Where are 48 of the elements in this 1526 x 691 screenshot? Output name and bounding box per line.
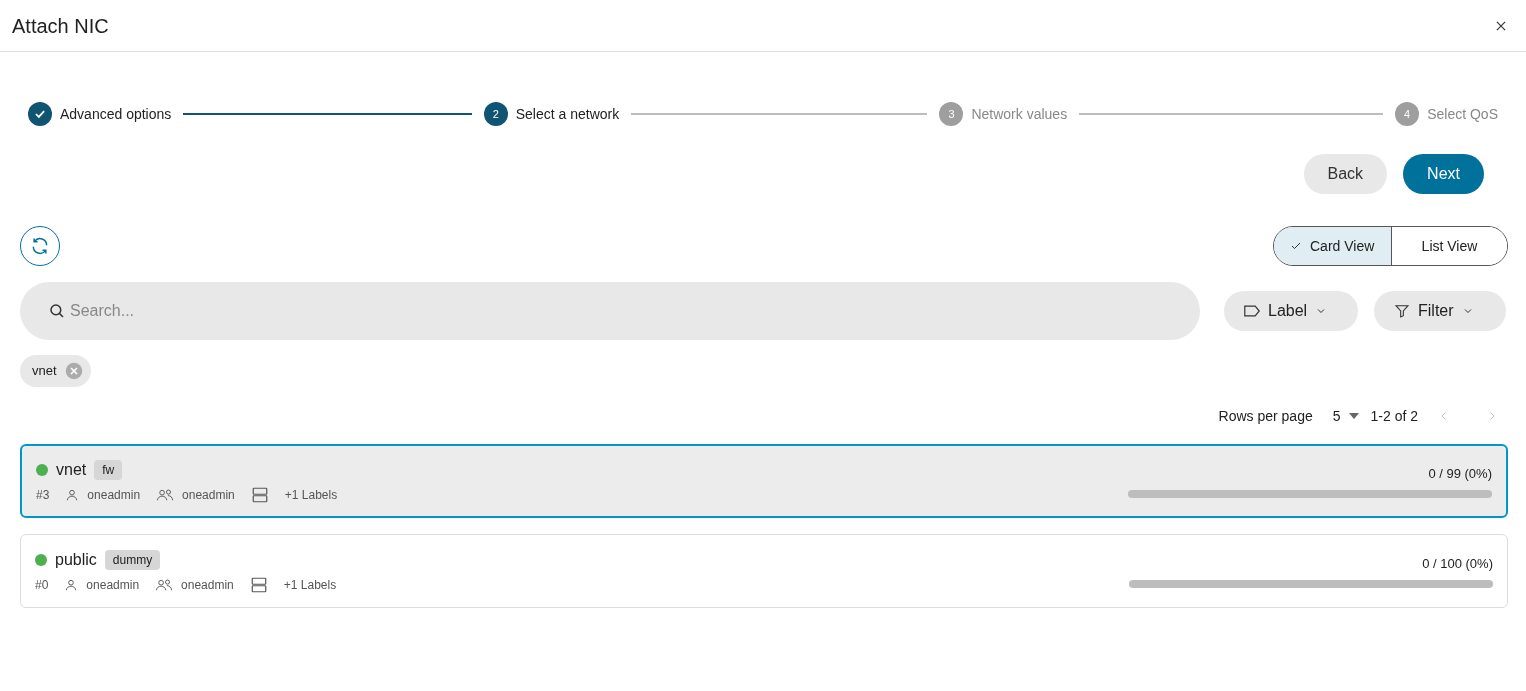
check-icon xyxy=(1290,240,1302,252)
network-name: public xyxy=(55,550,97,570)
step-label: Select a network xyxy=(515,104,620,124)
user-icon xyxy=(64,578,79,592)
network-tag: fw xyxy=(94,460,123,480)
rows-per-page-select[interactable]: 5 xyxy=(1332,405,1359,427)
server-icon xyxy=(250,486,269,504)
users-icon xyxy=(156,488,175,502)
view-toggle[interactable]: List View xyxy=(1391,227,1507,265)
user-icon xyxy=(65,488,80,502)
labels-count: +1 Labels xyxy=(284,487,338,504)
step-label: Select QoS xyxy=(1427,104,1498,124)
search-placeholder: Search... xyxy=(70,301,135,321)
network-id: #3 xyxy=(36,487,50,504)
usage-reading: 0 / 99 (0%) xyxy=(1428,465,1492,484)
owner-name: oneadmin xyxy=(87,487,141,504)
network-name: vnet xyxy=(56,460,87,480)
step-badge: 2 xyxy=(483,102,508,126)
tag-icon xyxy=(1244,305,1260,317)
step-label: Advanced options xyxy=(60,104,172,124)
users-icon xyxy=(155,578,174,592)
network-id: #0 xyxy=(35,577,49,594)
group-name: oneadmin xyxy=(182,487,235,504)
usage-reading: 0 / 100 (0%) xyxy=(1422,555,1493,574)
step-badge: 4 xyxy=(1395,102,1420,126)
label-dropdown[interactable]: Label xyxy=(1224,291,1358,331)
labels-count: +1 Labels xyxy=(283,577,337,594)
rows-per-page-label: Rows per page xyxy=(1218,406,1313,426)
network-card[interactable]: public dummy #0 oneadmin oneadmin +1 Labels 0 / 100 (0%) xyxy=(20,534,1508,608)
filter-chip[interactable]: vnet xyxy=(20,355,91,387)
view-toggle[interactable]: Card View xyxy=(1274,227,1391,265)
owner-name: oneadmin xyxy=(86,577,140,594)
remove-icon[interactable] xyxy=(64,362,83,380)
filter-dropdown[interactable]: Filter xyxy=(1374,291,1506,331)
caret-down-icon xyxy=(1348,413,1359,419)
network-tag: dummy xyxy=(104,550,161,570)
page-range: 1-2 of 2 xyxy=(1370,406,1418,426)
next-button[interactable]: Next xyxy=(1403,154,1484,194)
dialog-title: Attach NIC xyxy=(12,13,109,39)
back-button[interactable]: Back xyxy=(1303,154,1388,194)
refresh-icon xyxy=(30,236,50,256)
group-name: oneadmin xyxy=(181,577,234,594)
search-icon xyxy=(48,302,66,320)
server-icon xyxy=(249,576,268,594)
step-badge: 3 xyxy=(939,102,964,126)
step-label: Network values xyxy=(971,104,1068,124)
network-card[interactable]: vnet fw #3 oneadmin oneadmin +1 Labels 0 / 99 (0%) xyxy=(20,444,1508,518)
filter-icon xyxy=(1394,303,1410,319)
